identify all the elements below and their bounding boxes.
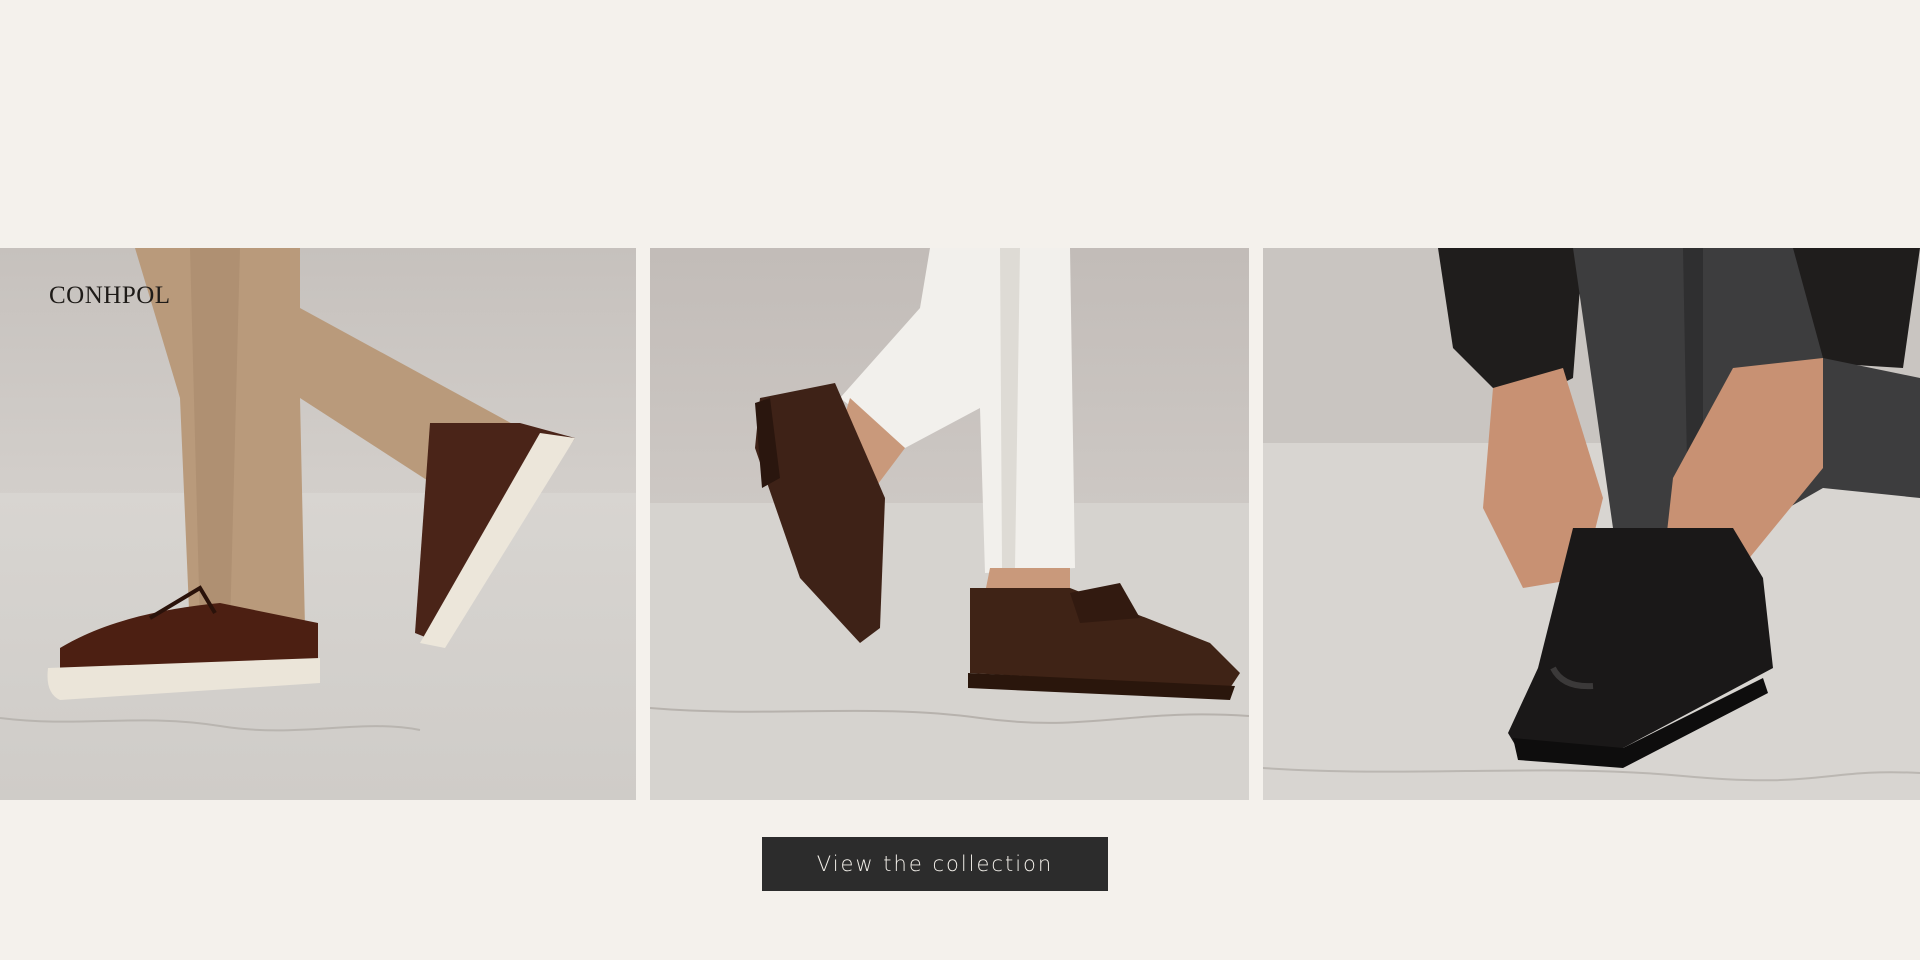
brand-logo[interactable]: CONHPOL (49, 283, 171, 308)
gallery-image-loafers[interactable] (650, 248, 1249, 800)
gallery-image-sneakers[interactable]: CONHPOL (0, 248, 636, 800)
page: CONHPOL View the collection (0, 0, 1920, 960)
product-gallery: CONHPOL (0, 248, 1920, 800)
gallery-image-derby[interactable] (1263, 248, 1920, 800)
derby-photo-icon (1263, 248, 1920, 800)
sneakers-photo-icon (0, 248, 636, 800)
loafers-photo-icon (650, 248, 1249, 800)
view-collection-button[interactable]: View the collection (762, 837, 1108, 891)
